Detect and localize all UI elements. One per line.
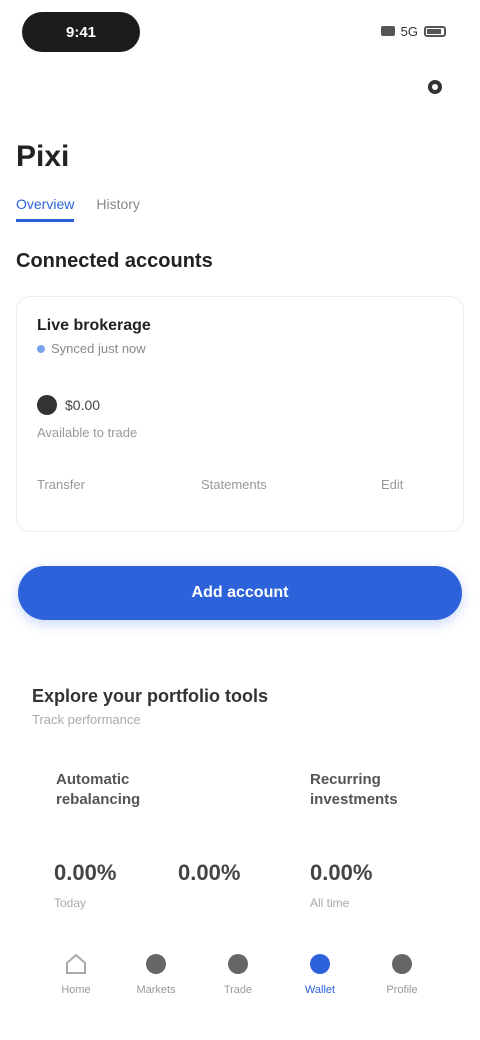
balance-subtitle: Available to trade	[37, 425, 138, 440]
signal-icon	[380, 26, 395, 36]
statements-action-top	[201, 465, 267, 477]
page-title: Pixi	[16, 140, 70, 173]
stat-today-value: 0.00%	[54, 860, 117, 885]
nav-wallet-label: Wallet	[304, 984, 336, 996]
edit-action-label: Edit	[381, 477, 404, 492]
swap-icon	[224, 950, 252, 978]
account-name: Live brokerage	[37, 317, 151, 334]
stat-today: 0.00% Today	[54, 860, 116, 910]
settings-button[interactable]	[420, 72, 450, 102]
chart-icon	[142, 950, 170, 978]
account-card[interactable]: Live brokerage Synced just now $0.00 Ava…	[16, 296, 464, 532]
card-actions: Transfer Statements Edit	[17, 465, 463, 515]
add-account-button[interactable]: Add account	[18, 566, 462, 620]
nav-markets[interactable]: Markets	[126, 950, 186, 1008]
stat-mid: 0.00%	[178, 860, 240, 896]
edit-action-top	[381, 465, 403, 477]
status-bar: 9:41 5G	[0, 0, 480, 60]
stat-mid-value: 0.00%	[178, 860, 241, 885]
edit-action[interactable]: Edit	[381, 465, 403, 492]
user-icon	[388, 950, 416, 978]
promo-title: Explore your portfolio tools	[32, 686, 269, 706]
tab-history[interactable]: History	[96, 196, 140, 222]
feature-rebalancing[interactable]: Automatic rebalancing	[56, 770, 186, 810]
feature-recurring[interactable]: Recurring investments	[310, 770, 440, 810]
wallet-icon	[306, 950, 334, 978]
stat-all-time: 0.00% All time	[310, 860, 372, 910]
statements-action-label: Statements	[201, 477, 267, 492]
nav-home[interactable]: Home	[46, 950, 106, 1008]
stat-all-time-value: 0.00%	[310, 860, 373, 885]
tab-overview[interactable]: Overview	[16, 196, 75, 222]
status-time: 9:41	[22, 12, 140, 52]
network-label: 5G	[400, 23, 418, 39]
nav-trade[interactable]: Trade	[208, 950, 268, 1008]
status-icons: 5G	[380, 22, 446, 40]
nav-profile[interactable]: Profile	[372, 950, 432, 1008]
gear-icon	[428, 80, 442, 94]
transfer-action-top	[37, 465, 85, 477]
balance-row: $0.00	[37, 395, 100, 415]
battery-icon	[424, 25, 446, 37]
statements-action[interactable]: Statements	[201, 465, 267, 492]
home-icon	[62, 950, 90, 978]
nav-wallet[interactable]: Wallet	[290, 950, 350, 1008]
bottom-nav: Home Markets Trade Wallet Profile	[0, 944, 480, 1014]
account-subtitle: Synced just now	[51, 341, 146, 356]
sync-status-icon	[37, 344, 45, 353]
account-status: Synced just now	[37, 341, 146, 356]
nav-trade-label: Trade	[223, 984, 253, 996]
tab-bar: Overview History	[16, 196, 140, 222]
promo-subtitle: Track performance	[32, 712, 141, 727]
currency-icon	[37, 395, 57, 415]
section-title: Connected accounts	[16, 250, 213, 272]
transfer-action[interactable]: Transfer	[37, 465, 85, 492]
stat-all-time-label: All time	[310, 896, 350, 910]
nav-home-label: Home	[61, 984, 91, 996]
nav-markets-label: Markets	[136, 984, 176, 996]
transfer-action-label: Transfer	[37, 477, 85, 492]
nav-profile-label: Profile	[386, 984, 418, 996]
stat-today-label: Today	[54, 896, 87, 910]
balance-amount: $0.00	[65, 397, 101, 413]
